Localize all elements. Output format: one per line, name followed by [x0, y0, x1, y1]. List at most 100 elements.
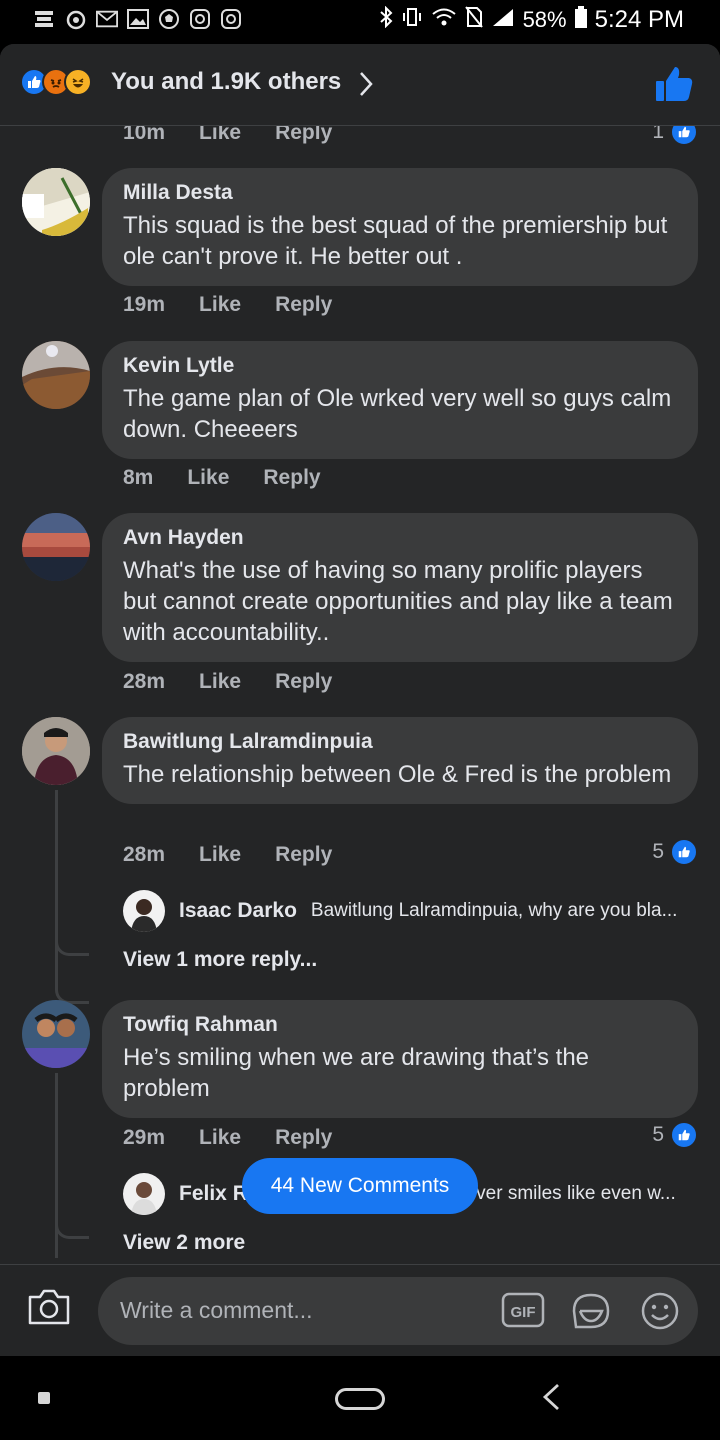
emoji-icon[interactable]	[638, 1289, 682, 1338]
premier-league-icon	[34, 8, 56, 30]
avatar[interactable]	[22, 168, 90, 236]
like-button[interactable]: Like	[187, 466, 229, 490]
comment-bubble[interactable]: Milla Desta This squad is the best squad…	[102, 168, 698, 286]
comment-bubble[interactable]: Towfiq Rahman He’s smiling when we are d…	[102, 1000, 698, 1118]
like-button[interactable]: Like	[199, 126, 241, 145]
comment-text: The relationship between Ole & Fred is t…	[123, 761, 672, 788]
thread-branch	[55, 1229, 89, 1258]
like-button[interactable]: Like	[199, 1126, 241, 1150]
gif-label: GIF	[511, 1304, 536, 1321]
recent-apps-button[interactable]	[38, 1392, 50, 1404]
instagram-icon	[220, 8, 242, 30]
comment-like-count[interactable]: 5	[652, 1121, 698, 1149]
thread-branch	[55, 946, 89, 1004]
thumbs-up-icon	[670, 1121, 698, 1149]
comment-input[interactable]: Write a comment... GIF	[98, 1277, 698, 1345]
comment-actions: 28m Like Reply	[123, 843, 332, 867]
comment-text: This squad is the best squad of the prem…	[123, 212, 668, 270]
comment-time: 19m	[123, 293, 166, 316]
camera-icon[interactable]	[26, 1287, 72, 1332]
battery-icon	[574, 6, 587, 34]
bluetooth-icon	[379, 5, 393, 34]
battery-percent: 58%	[522, 7, 567, 32]
view-more-replies[interactable]: View 1 more reply...	[123, 948, 317, 972]
like-button[interactable]: Like	[199, 843, 241, 867]
comment-time: 28m	[123, 843, 166, 866]
comment-time: 28m	[123, 670, 166, 693]
thumbs-up-icon	[670, 838, 698, 866]
reply-text: Bawitlung Lalramdinpuia, why are you bla…	[310, 900, 678, 921]
comment-text: The game plan of Ole wrked very well so …	[123, 385, 672, 443]
like-count-value: 5	[652, 1123, 664, 1146]
clock: 5:24 PM	[594, 6, 684, 33]
thumbs-up-icon	[670, 126, 698, 146]
comment-like-count[interactable]: 5	[652, 838, 698, 866]
commenter-name[interactable]: Towfiq Rahman	[123, 1012, 678, 1038]
comment-time: 29m	[123, 1126, 166, 1149]
comment-actions: 10m Like Reply	[123, 126, 332, 145]
gmail-icon	[96, 8, 118, 30]
new-comments-button[interactable]: 44 New Comments	[242, 1158, 478, 1214]
comment-actions: 8m Like Reply	[123, 466, 321, 490]
comment-bubble[interactable]: Avn Hayden What's the use of having so m…	[102, 513, 698, 662]
comment-actions: 28m Like Reply	[123, 670, 332, 694]
like-button[interactable]: Like	[199, 293, 241, 317]
wifi-icon	[431, 7, 457, 33]
commenter-name[interactable]: Milla Desta	[123, 180, 678, 206]
comment-list[interactable]: 10m Like Reply 1 Milla Desta This squad …	[0, 126, 720, 1258]
notification-icons	[34, 8, 242, 30]
avatar[interactable]	[123, 1173, 165, 1215]
commenter-name[interactable]: Avn Hayden	[123, 525, 678, 551]
like-count-value: 1	[652, 126, 664, 143]
comment-bubble[interactable]: Bawitlung Lalramdinpuia The relationship…	[102, 717, 698, 804]
reaction-icons	[20, 68, 92, 96]
reply-button[interactable]: Reply	[275, 670, 332, 694]
signal-icon	[491, 7, 515, 33]
comment-composer: Write a comment... GIF	[0, 1264, 720, 1356]
comment-bubble[interactable]: Kevin Lytle The game plan of Ole wrked v…	[102, 341, 698, 459]
avatar[interactable]	[22, 513, 90, 581]
comments-sheet: You and 1.9K others 10m Like Reply 1 Mil…	[0, 44, 720, 1356]
comment-actions: 29m Like Reply	[123, 1126, 332, 1150]
comment-like-count[interactable]: 1	[652, 126, 698, 146]
sticker-icon[interactable]	[568, 1289, 614, 1338]
no-sim-icon	[464, 6, 483, 34]
system-nav-bar	[0, 1356, 720, 1440]
reply-button[interactable]: Reply	[275, 293, 332, 317]
reply-button[interactable]: Reply	[275, 1126, 332, 1150]
gallery-icon	[127, 8, 149, 30]
reactions-header[interactable]: You and 1.9K others	[0, 44, 720, 126]
reply-button[interactable]: Reply	[275, 843, 332, 867]
gif-button[interactable]: GIF	[500, 1289, 546, 1336]
comment-input-placeholder: Write a comment...	[120, 1297, 313, 1323]
comment-text: What's the use of having so many prolifi…	[123, 557, 673, 646]
like-post-button[interactable]	[654, 64, 694, 109]
status-bar: 58% 5:24 PM	[0, 0, 720, 44]
status-right: 58% 5:24 PM	[379, 5, 684, 34]
avatar[interactable]	[123, 890, 165, 932]
commenter-name[interactable]: Kevin Lytle	[123, 353, 678, 379]
avatar[interactable]	[22, 717, 90, 785]
instagram-icon	[189, 8, 211, 30]
comment-text: He’s smiling when we are drawing that’s …	[123, 1044, 590, 1102]
reply-preview[interactable]: Isaac Darko Bawitlung Lalramdinpuia, why…	[123, 890, 703, 932]
haha-reaction-icon	[64, 68, 92, 96]
back-button[interactable]	[540, 1382, 562, 1417]
comment-actions: 19m Like Reply	[123, 293, 332, 317]
vibrate-icon	[401, 7, 423, 33]
like-button[interactable]: Like	[199, 670, 241, 694]
avatar[interactable]	[22, 1000, 90, 1068]
reply-button[interactable]: Reply	[263, 466, 320, 490]
football-icon	[158, 8, 180, 30]
reactions-summary[interactable]: You and 1.9K others	[111, 68, 341, 96]
avatar[interactable]	[22, 341, 90, 409]
commenter-name[interactable]: Bawitlung Lalramdinpuia	[123, 729, 678, 755]
like-count-value: 5	[652, 840, 664, 863]
comment-time: 8m	[123, 466, 154, 489]
reply-author[interactable]: Isaac Darko	[179, 899, 297, 923]
comment-time: 10m	[123, 126, 166, 144]
view-more-replies[interactable]: View 2 more	[123, 1231, 245, 1255]
chevron-right-icon[interactable]	[358, 70, 374, 103]
home-button[interactable]	[335, 1388, 385, 1410]
reply-button[interactable]: Reply	[275, 126, 332, 145]
